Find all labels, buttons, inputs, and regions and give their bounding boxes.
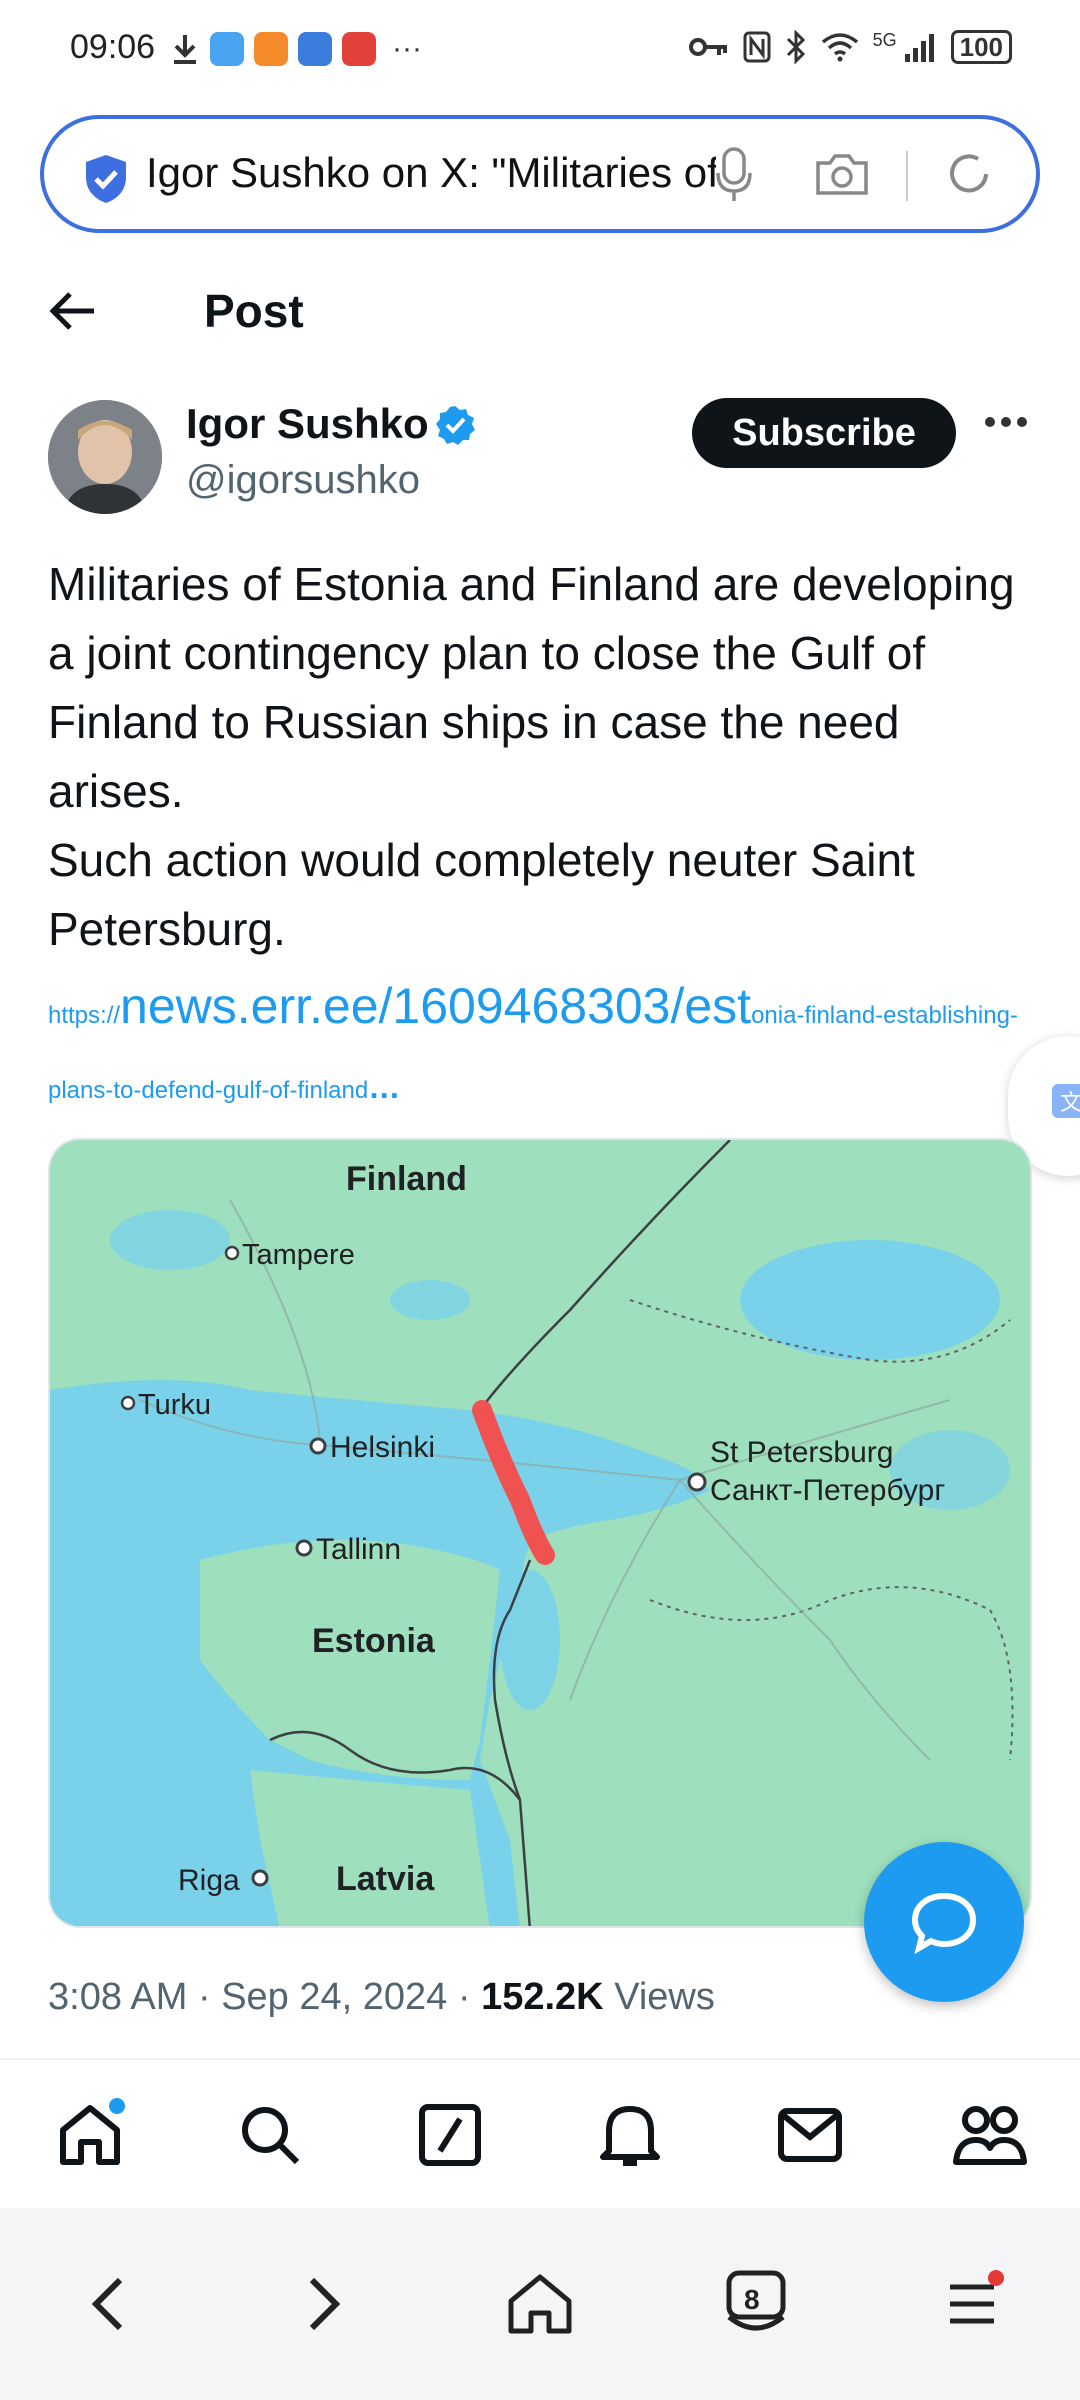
chevron-right-icon — [309, 2277, 341, 2331]
page-title: Post — [204, 285, 304, 337]
helsinki-marker — [309, 1437, 327, 1455]
home-notification-dot — [109, 2098, 125, 2114]
camera-icon[interactable] — [814, 149, 870, 199]
nav-home[interactable] — [45, 2090, 135, 2180]
browser-forward-button[interactable] — [274, 2254, 374, 2354]
post-meta: 3:08 AM · Sep 24, 2024 · 152.2K Views — [48, 1976, 715, 2018]
chat-bubble-icon — [911, 1892, 977, 1954]
status-left-icons: ··· — [170, 32, 422, 66]
nav-search[interactable] — [225, 2090, 315, 2180]
map-image[interactable]: Finland Tampere Turku Helsinki Tallinn E… — [48, 1138, 1032, 1928]
nav-messages[interactable] — [765, 2090, 855, 2180]
bluetooth-icon — [786, 30, 805, 64]
map-label-latvia: Latvia — [336, 1860, 435, 1898]
messages-icon — [778, 2108, 842, 2162]
address-divider — [906, 151, 908, 201]
status-time: 09:06 — [70, 28, 156, 66]
browser-toolbar: 8 — [0, 2208, 1080, 2400]
post-header: Post — [0, 270, 1080, 360]
network-type: 5G — [872, 30, 897, 50]
browser-tabs-button[interactable]: 8 — [706, 2254, 806, 2354]
microphone-icon[interactable] — [714, 145, 754, 205]
post-time: 3:08 AM — [48, 1976, 188, 2018]
chevron-left-icon — [91, 2277, 123, 2331]
back-arrow-icon[interactable] — [48, 288, 98, 334]
nav-notifications[interactable] — [585, 2090, 675, 2180]
turku-marker — [120, 1395, 136, 1411]
status-bar: 09:06 ··· 5G 100 — [0, 0, 1080, 100]
translate-icon: 文 — [1052, 1084, 1080, 1118]
video-app-icon — [254, 32, 288, 66]
map-label-st-petersburg-ru: Санкт-Петербург — [710, 1474, 945, 1507]
author-name[interactable]: Igor Sushko — [186, 400, 429, 448]
map-label-estonia: Estonia — [312, 1622, 436, 1660]
avatar[interactable] — [48, 400, 162, 514]
map-label-turku: Turku — [138, 1389, 211, 1421]
address-bar[interactable]: Igor Sushko on X: "Militaries of Estonia… — [40, 115, 1040, 233]
link-prefix: https:// — [48, 1002, 121, 1029]
bottom-nav — [0, 2060, 1080, 2210]
reload-icon[interactable] — [944, 149, 994, 199]
url-title[interactable]: Igor Sushko on X: "Militaries of Estonia… — [146, 149, 716, 197]
status-right: 5G 100 — [688, 30, 1012, 64]
wifi-icon — [821, 33, 858, 62]
weather-app-icon — [210, 32, 244, 66]
grok-icon — [419, 2104, 481, 2166]
st-petersburg-marker — [687, 1472, 707, 1492]
signal-icon — [904, 34, 934, 62]
map-label-finland: Finland — [346, 1160, 467, 1198]
compose-reply-button[interactable] — [864, 1842, 1024, 2002]
nfc-icon — [743, 31, 771, 63]
views-count: 152.2K — [481, 1976, 604, 2018]
post-text: Militaries of Estonia and Finland are de… — [48, 558, 1015, 955]
nav-communities[interactable] — [945, 2090, 1035, 2180]
views-label: Views — [614, 1976, 715, 2018]
tallinn-marker — [295, 1539, 313, 1557]
link-ellipsis: … — [368, 1069, 401, 1105]
browser-menu-button[interactable] — [922, 2254, 1022, 2354]
security-app-icon — [298, 32, 332, 66]
more-options-icon[interactable] — [984, 412, 1028, 432]
key-icon — [688, 38, 727, 56]
download-icon — [174, 35, 196, 64]
map-label-tallinn: Tallinn — [316, 1533, 401, 1566]
author-handle[interactable]: @igorsushko — [186, 458, 420, 503]
verified-badge-icon — [436, 406, 475, 445]
tab-count: 8 — [744, 2284, 760, 2315]
subscribe-button[interactable]: Subscribe — [692, 398, 956, 468]
notifications-icon — [600, 2106, 660, 2166]
browser-back-button[interactable] — [58, 2254, 158, 2354]
tampere-marker — [224, 1245, 240, 1261]
communities-icon — [953, 2106, 1027, 2165]
home-outline-icon — [508, 2274, 572, 2334]
huawei-app-icon — [342, 32, 376, 66]
map-label-tampere: Tampere — [242, 1239, 355, 1271]
more-notifications-icon: ··· — [392, 32, 422, 65]
browser-home-button[interactable] — [490, 2254, 590, 2354]
map-label-riga: Riga — [178, 1864, 240, 1897]
svg-text:文: 文 — [1060, 1091, 1080, 1116]
map-label-st-petersburg: St Petersburg — [710, 1436, 893, 1469]
link-main: news.err.ee/1609468303/est — [120, 978, 752, 1034]
post-date[interactable]: Sep 24, 2024 — [221, 1976, 447, 2018]
battery-indicator: 100 — [950, 30, 1012, 64]
post-link[interactable]: https://news.err.ee/1609468303/estonia-f… — [48, 972, 1038, 1128]
map-svg: Finland Tampere Turku Helsinki Tallinn E… — [50, 1140, 1030, 1926]
shield-icon — [86, 155, 126, 203]
riga-marker — [251, 1869, 269, 1887]
map-label-helsinki: Helsinki — [330, 1431, 435, 1464]
menu-notification-dot — [988, 2270, 1004, 2286]
nav-grok[interactable] — [405, 2090, 495, 2180]
menu-icon — [950, 2284, 994, 2324]
search-icon — [242, 2107, 300, 2165]
